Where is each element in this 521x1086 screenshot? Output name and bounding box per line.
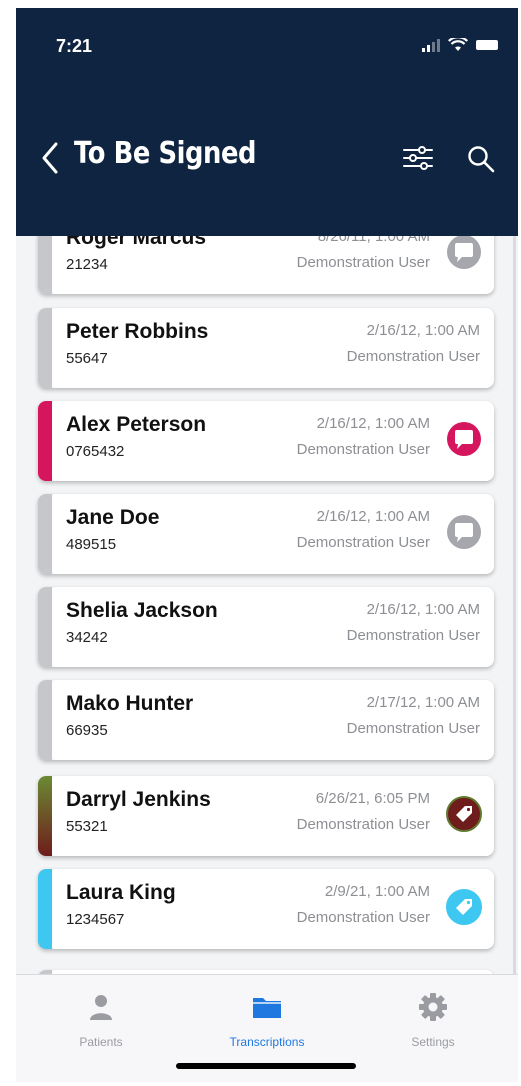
transcription-date: 2/17/12, 1:00 AM	[366, 694, 480, 711]
accent-stripe	[38, 776, 52, 856]
tab-settings[interactable]: Settings	[368, 987, 498, 1055]
transcription-user: Demonstration User	[296, 254, 430, 271]
tab-label-patients: Patients	[79, 1035, 123, 1049]
tab-patients[interactable]: Patients	[36, 987, 166, 1055]
transcription-user: Demonstration User	[346, 348, 480, 365]
list-item-body: Laura King 1234567 2/9/21, 1:00 AM Demonstr…	[52, 869, 494, 949]
list-item-body: Darryl Jenkins 55321 6/26/21, 6:05 PM Demon…	[52, 776, 494, 856]
list-item[interactable]: Peter Robbins 55647 2/16/12, 1:00 AM Demons…	[38, 308, 494, 388]
tab-bar: Patients Transcriptions Settings	[16, 974, 518, 1082]
list-item[interactable]: Shelia Jackson 34242 2/16/12, 1:00 AM Demon…	[38, 587, 494, 667]
filter-button[interactable]	[402, 144, 434, 172]
scrollbar[interactable]	[513, 236, 516, 982]
accent-stripe	[38, 869, 52, 949]
list-item-body: Shelia Jackson 34242 2/16/12, 1:00 AM Demon…	[52, 587, 494, 667]
comment-icon[interactable]	[446, 421, 482, 457]
list-item-body: Peter Robbins 55647 2/16/12, 1:00 AM Demons…	[52, 308, 494, 388]
patient-id: 0765432	[66, 443, 125, 460]
tab-label-settings: Settings	[411, 1035, 455, 1049]
transcription-date: 2/9/21, 1:00 AM	[324, 883, 430, 900]
transcription-date: 2/16/12, 1:00 AM	[366, 601, 480, 618]
patient-id: 55647	[66, 350, 108, 367]
patient-id: 66935	[66, 722, 108, 739]
status-time: 7:21	[56, 36, 93, 56]
tab-label-transcriptions: Transcriptions	[229, 1035, 305, 1049]
battery-icon	[476, 40, 498, 50]
patient-id: 1234567	[66, 911, 125, 928]
patient-name: Darryl Jenkins	[66, 788, 211, 811]
header: 7:21 To Be Signed	[16, 8, 518, 236]
page-title: To Be Signed	[74, 136, 257, 171]
list-item[interactable]: Alex Peterson 0765432 2/16/12, 1:00 AM Demo…	[38, 401, 494, 481]
patient-id: 489515	[66, 536, 117, 553]
home-indicator	[176, 1063, 356, 1069]
transcription-user: Demonstration User	[346, 627, 480, 644]
search-button[interactable]	[466, 144, 496, 174]
list-item-body: Roger Marcus 21234 8/26/11, 1:00 AM Demonst…	[52, 236, 494, 294]
transcription-date: 2/16/12, 1:00 AM	[316, 508, 430, 525]
list-item[interactable]: Darryl Jenkins 55321 6/26/21, 6:05 PM Demon…	[38, 776, 494, 856]
patient-name: Jane Doe	[66, 506, 160, 529]
patient-id: 21234	[66, 256, 108, 273]
list-item-body: Jane Doe 489515 2/16/12, 1:00 AM Demonstrat…	[52, 494, 494, 574]
wifi-icon	[448, 38, 468, 51]
accent-stripe	[38, 680, 52, 760]
status-icons	[422, 38, 498, 52]
accent-stripe	[38, 587, 52, 667]
patient-id: 55321	[66, 818, 108, 835]
patient-name: Peter Robbins	[66, 320, 209, 343]
list-item-body: Alex Peterson 0765432 2/16/12, 1:00 AM Demo…	[52, 401, 494, 481]
patient-name: Mako Hunter	[66, 692, 194, 715]
comment-icon[interactable]	[446, 514, 482, 550]
transcription-date: 8/26/11, 1:00 AM	[317, 236, 430, 245]
app-screen: 7:21 To Be Signed Roger Marcus 21234 8/2…	[16, 8, 518, 1082]
search-icon	[468, 146, 495, 173]
list-item[interactable]: Jane Doe 489515 2/16/12, 1:00 AM Demonstrat…	[38, 494, 494, 574]
transcription-user: Demonstration User	[296, 909, 430, 926]
accent-stripe	[38, 494, 52, 574]
accent-stripe	[38, 236, 52, 294]
transcription-date: 2/16/12, 1:00 AM	[316, 415, 430, 432]
back-button[interactable]	[38, 140, 62, 176]
transcription-user: Demonstration User	[296, 441, 430, 458]
patient-name: Roger Marcus	[66, 236, 207, 249]
chevron-left-icon	[42, 142, 58, 174]
transcription-date: 6/26/21, 6:05 PM	[315, 790, 430, 807]
transcription-date: 2/16/12, 1:00 AM	[366, 322, 480, 339]
transcription-user: Demonstration User	[346, 720, 480, 737]
signal-icon	[422, 38, 440, 52]
transcription-list[interactable]: Roger Marcus 21234 8/26/11, 1:00 AM Demonst…	[16, 236, 518, 982]
list-item[interactable]: Laura King 1234567 2/9/21, 1:00 AM Demonstr…	[38, 869, 494, 949]
gear-icon	[419, 993, 447, 1021]
accent-stripe	[38, 308, 52, 388]
person-icon	[90, 995, 112, 1020]
accent-stripe	[38, 401, 52, 481]
tag-icon[interactable]	[446, 796, 482, 832]
tag-icon[interactable]	[446, 889, 482, 925]
patient-name: Shelia Jackson	[66, 599, 218, 622]
list-item[interactable]: Mako Hunter 66935 2/17/12, 1:00 AM Demonstr…	[38, 680, 494, 760]
patient-id: 34242	[66, 629, 108, 646]
comment-icon[interactable]	[446, 236, 482, 270]
list-item[interactable]: Roger Marcus 21234 8/26/11, 1:00 AM Demonst…	[38, 236, 494, 294]
sliders-icon	[403, 146, 433, 170]
patient-name: Alex Peterson	[66, 413, 207, 436]
transcription-user: Demonstration User	[296, 816, 430, 833]
list-item-body: Mako Hunter 66935 2/17/12, 1:00 AM Demonstr…	[52, 680, 494, 760]
patient-name: Laura King	[66, 881, 176, 904]
transcription-user: Demonstration User	[296, 534, 430, 551]
folder-icon	[253, 998, 281, 1018]
tab-transcriptions[interactable]: Transcriptions	[202, 987, 332, 1055]
